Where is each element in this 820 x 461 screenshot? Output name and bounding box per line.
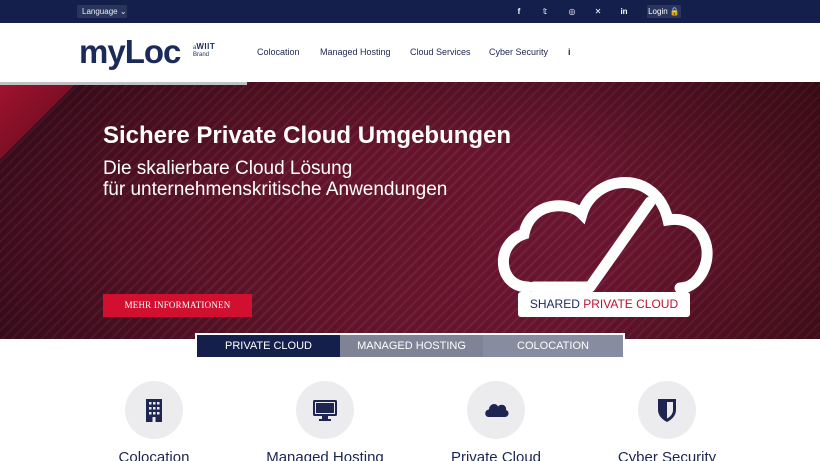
logo-sub-brand: Brand [193, 52, 210, 58]
hero-title: Sichere Private Cloud Umgebungen [103, 122, 512, 149]
hero-subtitle-line2: für unternehmenskritische Anwendungen [103, 179, 448, 200]
service-private-cloud-label[interactable]: Private Cloud [406, 449, 586, 461]
nav-cyber-security[interactable]: Cyber Security [489, 23, 548, 82]
twitter-icon[interactable]: 𝕥 [538, 0, 552, 23]
site-header: myLoc aWIIT Brand Colocation Managed Hos… [0, 23, 820, 82]
service-managed-hosting-label[interactable]: Managed Hosting [235, 449, 415, 461]
shared-private-cloud-badge: SHARED PRIVATE CLOUD [518, 292, 690, 317]
building-icon [146, 399, 162, 422]
hero-progress-bar [0, 82, 247, 85]
product-tabs: PRIVATE CLOUD MANAGED HOSTING COLOCATION [195, 333, 625, 359]
service-cyber-security-circle[interactable] [638, 381, 696, 439]
service-colocation-circle[interactable] [125, 381, 183, 439]
instagram-icon[interactable]: ◎ [565, 0, 579, 23]
more-info-button[interactable]: MEHR INFORMATIONEN [103, 294, 252, 317]
linkedin-icon[interactable]: in [617, 0, 631, 23]
badge-text-shared: SHARED [529, 297, 584, 311]
cloud-icon [485, 404, 509, 417]
login-button[interactable]: Login 🔒 [647, 5, 681, 18]
badge-text-private-cloud: PRIVATE CLOUD [583, 297, 679, 311]
tab-colocation[interactable]: COLOCATION [483, 335, 623, 357]
nav-managed-hosting[interactable]: Managed Hosting [320, 23, 391, 82]
tab-private-cloud[interactable]: PRIVATE CLOUD [197, 335, 340, 357]
xing-icon[interactable]: ✕ [591, 0, 605, 23]
logo-brand-mark: aWIIT Brand [193, 43, 233, 59]
nav-cloud-services[interactable]: Cloud Services [410, 23, 471, 82]
myloc-logo[interactable]: myLoc aWIIT Brand [79, 31, 229, 73]
top-bar: Language ⌄ f 𝕥 ◎ ✕ in Login 🔒 [0, 0, 820, 23]
logo-sub-wiit: WIIT [196, 42, 216, 51]
shield-icon [658, 399, 676, 422]
hero-banner: Sichere Private Cloud Umgebungen Die ska… [0, 82, 820, 339]
service-colocation-label[interactable]: Colocation [64, 449, 244, 461]
info-icon[interactable]: i [568, 23, 571, 82]
logo-wordmark: myLoc [79, 33, 181, 70]
hero-subtitle-line1: Die skalierbare Cloud Lösung [103, 158, 353, 179]
language-selector[interactable]: Language ⌄ [77, 5, 127, 18]
service-managed-hosting-circle[interactable] [296, 381, 354, 439]
nav-colocation[interactable]: Colocation [257, 23, 300, 82]
hero-corner-accent [0, 82, 90, 162]
tab-managed-hosting[interactable]: MANAGED HOSTING [340, 335, 483, 357]
service-cyber-security-label[interactable]: Cyber Security [577, 449, 757, 461]
facebook-icon[interactable]: f [512, 0, 526, 23]
monitor-icon [313, 400, 337, 421]
service-private-cloud-circle[interactable] [467, 381, 525, 439]
